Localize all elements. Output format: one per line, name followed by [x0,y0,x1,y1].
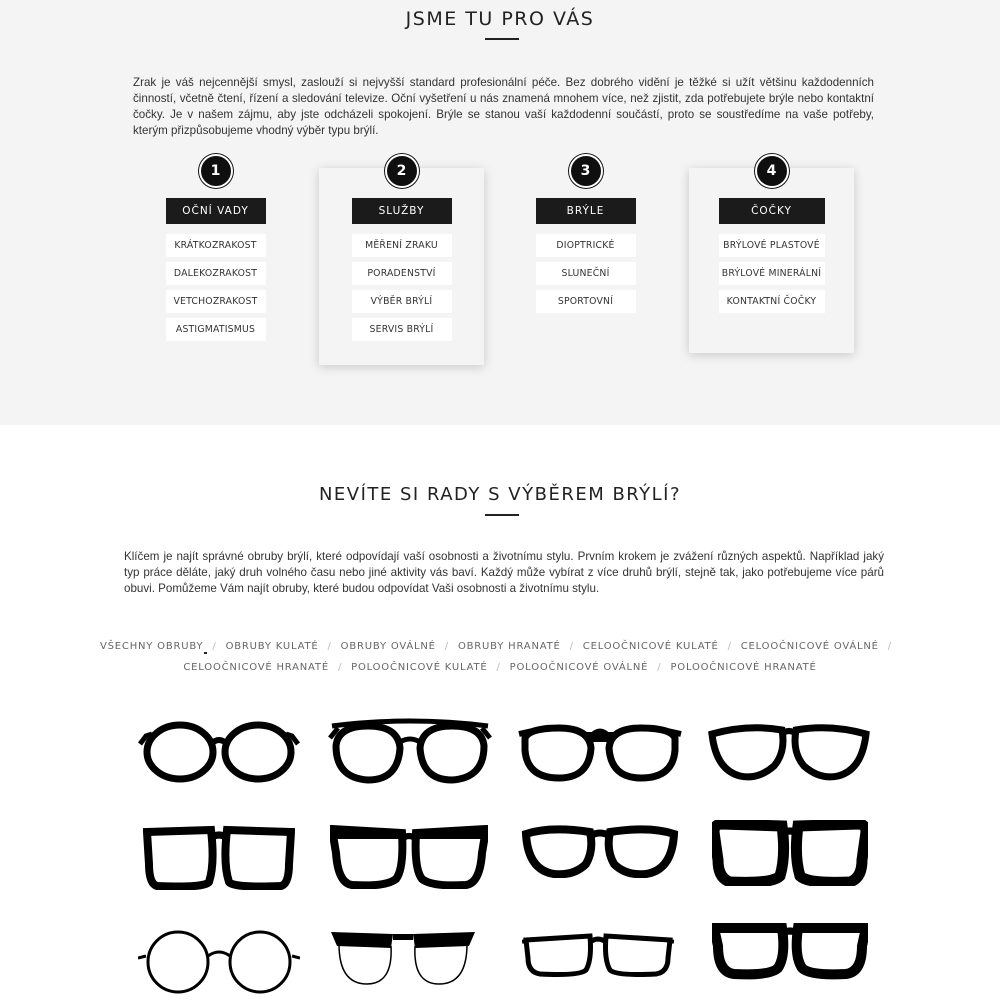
list-item[interactable]: SLUNEČNÍ [535,262,636,285]
list-item[interactable]: BRÝLOVÉ PLASTOVÉ [718,234,825,257]
list-item[interactable]: KRÁTKOZRAKOST [165,234,266,257]
filter-separator: / [496,662,501,673]
step-number-badge: 2 [384,154,419,188]
list-item[interactable]: PORADENSTVÍ [351,262,452,285]
list-item[interactable]: VÝBĚR BRÝLÍ [351,290,452,313]
round-thick-glasses-icon[interactable] [138,718,300,786]
card-title[interactable]: BRÝLE [535,198,636,224]
filter-full-rim-round[interactable]: CELOOČNICOVÉ KULATÉ [583,636,719,657]
filter-row: VŠECHNY OBRUBY / OBRUBY KULATÉ / OBRUBY OVÁL… [100,636,900,657]
square-thick-glasses-icon[interactable] [143,824,295,890]
filter-separator: / [337,662,343,673]
filter-separator: / [727,641,732,652]
wayfarer-glasses-icon[interactable] [330,825,488,889]
filter-half-rim-oval[interactable]: POLOOČNICOVÉ OVÁLNÉ [510,657,649,678]
list-item[interactable]: SERVIS BRÝLÍ [351,318,452,341]
keyhole-round-glasses-icon[interactable] [517,720,683,786]
card-list: BRÝLOVÉ PLASTOVÉ BRÝLOVÉ MINERÁLNÍ KONTA… [718,234,825,318]
card-title[interactable]: SLUŽBY [351,198,452,224]
step-number-badge: 3 [568,154,603,188]
card-list: DIOPTRICKÉ SLUNEČNÍ SPORTOVNÍ [535,234,636,318]
card-eye-defects: 1 OČNÍ VADY KRÁTKOZRAKOST DALEKOZRAKOST … [133,154,298,348]
advice-title: NEVÍTE SI RADY S VÝBĚREM BRÝLÍ? [318,484,682,505]
list-item[interactable]: VETCHOZRAKOST [165,290,266,313]
card-services: 2 SLUŽBY MĚŘENÍ ZRAKU PORADENSTVÍ VÝBĚR … [319,154,484,365]
title-underline [485,38,519,40]
filter-half-rim-round[interactable]: POLOOČNICOVÉ KULATÉ [351,657,487,678]
list-item[interactable]: DIOPTRICKÉ [535,234,636,257]
cat-eye-thick-glasses-icon[interactable] [520,824,680,878]
bold-square-glasses-icon[interactable] [712,820,868,886]
filter-all[interactable]: VŠECHNY OBRUBY [100,636,203,657]
filter-separator: / [887,641,892,652]
round-wire-glasses-icon[interactable] [138,930,300,996]
step-number-badge: 4 [754,154,789,188]
rectangle-glasses-icon[interactable] [522,932,674,978]
filter-half-rim-square[interactable]: POLOOČNICOVÉ HRANATÉ [670,657,816,678]
step-number-badge: 1 [198,154,233,188]
list-item[interactable]: BRÝLOVÉ MINERÁLNÍ [718,262,825,285]
card-glasses: 3 BRÝLE DIOPTRICKÉ SLUNEČNÍ SPORTOVNÍ [503,154,668,318]
filter-nav: VŠECHNY OBRUBY / OBRUBY KULATÉ / OBRUBY OVÁL… [100,636,900,678]
card-title[interactable]: OČNÍ VADY [165,198,266,224]
list-item[interactable]: ASTIGMATISMUS [165,318,266,341]
advice-intro-text: Klíčem je najít správné obruby brýlí, kt… [124,550,884,595]
aviator-round-glasses-icon[interactable] [328,716,492,788]
section-title: JSME TU PRO VÁS [405,8,595,30]
card-list: KRÁTKOZRAKOST DALEKOZRAKOST VETCHOZRAKOS… [165,234,266,346]
list-item[interactable]: SPORTOVNÍ [535,290,636,313]
list-item[interactable]: KONTAKTNÍ ČOČKY [718,290,825,313]
list-item[interactable]: MĚŘENÍ ZRAKU [351,234,452,257]
thick-rectangle-glasses-icon[interactable] [712,922,868,980]
browline-glasses-icon[interactable] [329,926,477,988]
card-lenses: 4 ČOČKY BRÝLOVÉ PLASTOVÉ BRÝLOVÉ MINERÁL… [689,154,854,353]
filter-oval[interactable]: OBRUBY OVÁLNÉ [341,636,436,657]
list-item[interactable]: DALEKOZRAKOST [165,262,266,285]
filter-separator: / [444,641,449,652]
filter-row: CELOOČNICOVÉ HRANATÉ / POLOOČNICOVÉ KULATÉ… [100,657,900,678]
filter-round[interactable]: OBRUBY KULATÉ [226,636,319,657]
cat-eye-thin-glasses-icon[interactable] [708,722,870,782]
filter-full-rim-square[interactable]: CELOOČNICOVÉ HRANATÉ [183,657,329,678]
filter-separator: / [327,641,332,652]
active-filter-indicator [204,652,207,654]
filter-full-rim-oval[interactable]: CELOOČNICOVÉ OVÁLNÉ [741,636,879,657]
title-underline [485,514,519,516]
card-list: MĚŘENÍ ZRAKU PORADENSTVÍ VÝBĚR BRÝLÍ SER… [351,234,452,346]
filter-separator: / [569,641,574,652]
filter-separator: / [657,662,662,673]
card-title[interactable]: ČOČKY [718,198,825,224]
filter-separator: / [212,641,217,652]
services-section: JSME TU PRO VÁS Zrak je váš nejcennější … [0,0,1000,425]
filter-square[interactable]: OBRUBY HRANATÉ [458,636,561,657]
services-intro-text: Zrak je váš nejcennější smysl, zaslouží … [133,76,874,137]
